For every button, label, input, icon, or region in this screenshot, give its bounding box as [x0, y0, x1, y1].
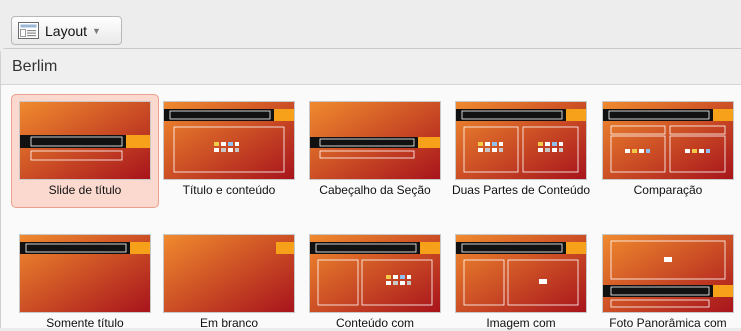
chevron-down-icon: ▼ — [92, 25, 101, 36]
layout-button[interactable]: Layout ▼ — [11, 16, 122, 45]
layout-option-section-header[interactable]: Cabeçalho da Seção — [301, 94, 449, 208]
layout-option-blank[interactable]: Em branco — [155, 227, 303, 330]
layout-option-label: Comparação — [633, 183, 703, 197]
layout-option-content-caption[interactable]: Conteúdo com — [301, 227, 449, 330]
layout-option-label: Título e conteúdo — [182, 183, 276, 197]
layout-option-title-slide[interactable]: Slide de título — [11, 94, 159, 208]
layout-thumbnail — [455, 101, 587, 180]
layout-icon — [18, 22, 39, 39]
theme-section-title: Berlim — [12, 58, 58, 75]
layout-option-comparison[interactable]: Comparação — [594, 94, 741, 208]
layout-option-label: Cabeçalho da Seção — [319, 183, 431, 197]
layout-thumbnail — [19, 101, 151, 180]
layout-thumbnail — [163, 234, 295, 313]
layout-option-label: Somente título — [46, 316, 124, 330]
layout-option-label: Conteúdo com — [335, 316, 415, 330]
layout-option-label: Imagem com — [486, 316, 556, 330]
layout-thumbnail — [602, 234, 734, 313]
layout-option-label: Duas Partes de Conteúdo — [451, 183, 591, 197]
layout-option-label: Foto Panorâmica com — [609, 316, 727, 330]
layout-thumbnail — [19, 234, 151, 313]
layout-thumbnail — [309, 101, 441, 180]
layout-option-title-content[interactable]: Título e conteúdo — [155, 94, 303, 208]
layout-thumbnail — [309, 234, 441, 313]
layout-option-two-content[interactable]: Duas Partes de Conteúdo — [447, 94, 595, 224]
layout-option-label: Em branco — [199, 316, 259, 330]
layout-thumbnail — [163, 101, 295, 180]
layout-button-label: Layout — [45, 22, 88, 39]
theme-section-header: Berlim — [1, 49, 741, 85]
layout-option-title-only[interactable]: Somente título — [11, 227, 159, 330]
layout-thumbnail — [602, 101, 734, 180]
layout-gallery-panel: Berlim Slide de título Título e conteúdo… — [0, 48, 741, 330]
layout-thumbnail — [455, 234, 587, 313]
layout-option-label: Slide de título — [48, 183, 122, 197]
layout-option-picture-caption[interactable]: Imagem com — [447, 227, 595, 330]
layout-option-panoramic-picture[interactable]: Foto Panorâmica com — [594, 227, 741, 330]
toolbar: Layout ▼ — [0, 0, 741, 48]
